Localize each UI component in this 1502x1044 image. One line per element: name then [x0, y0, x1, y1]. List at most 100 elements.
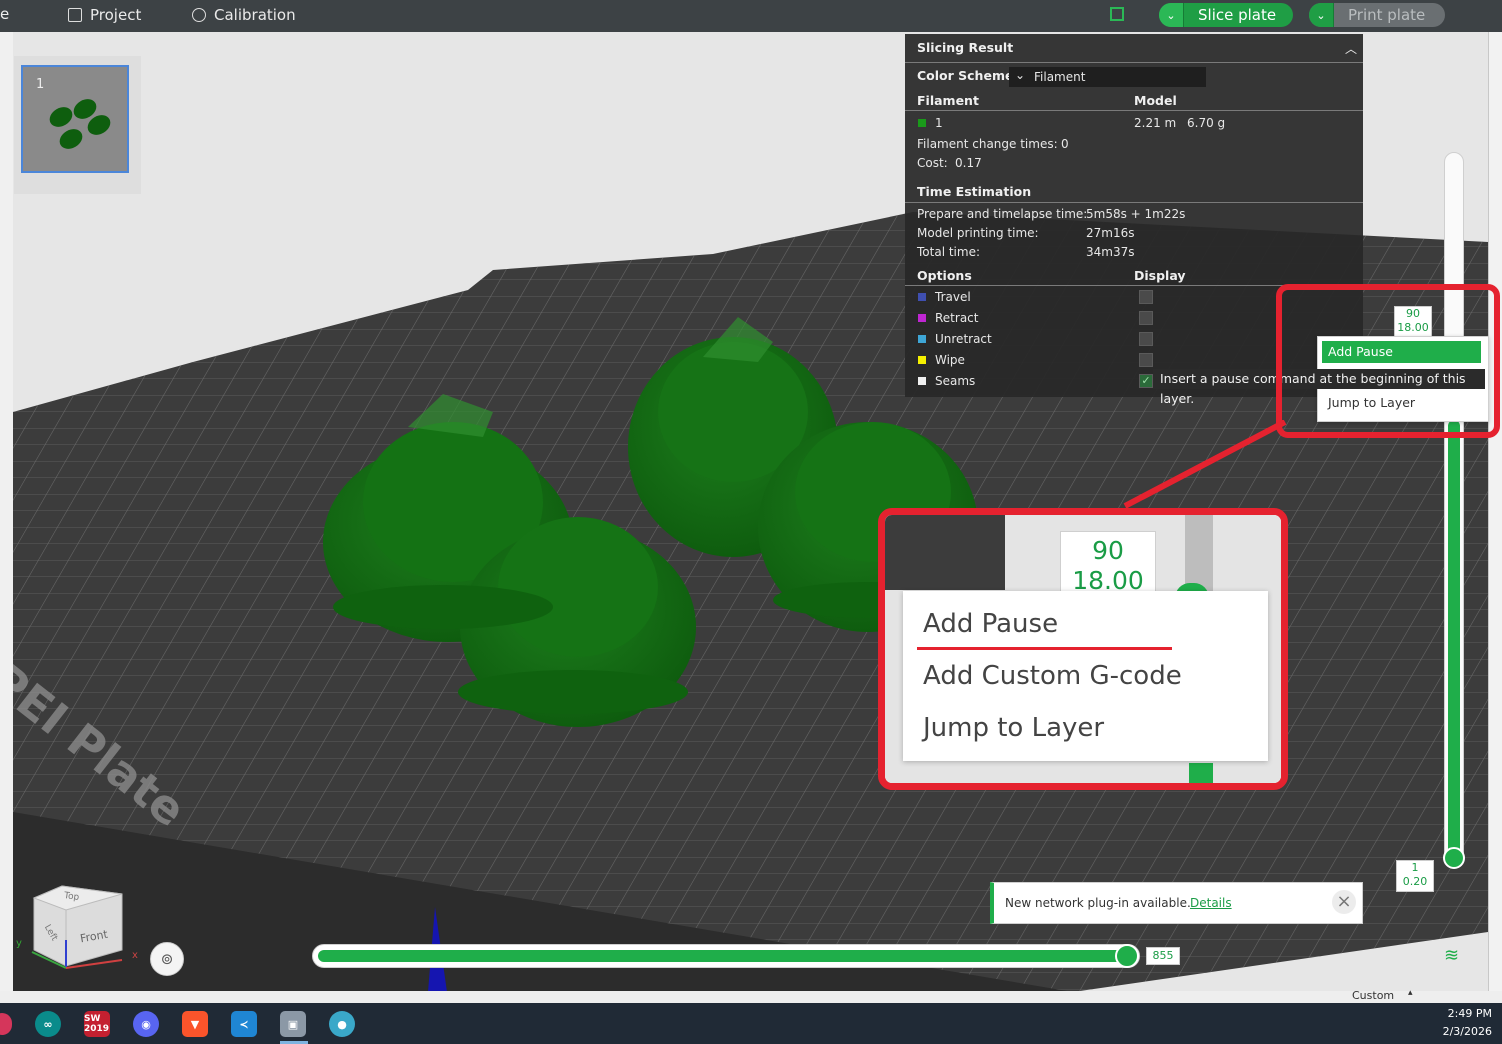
- close-icon[interactable]: ×: [1332, 890, 1356, 914]
- zoom-jump-to-layer: Jump to Layer: [923, 713, 1105, 743]
- filament-id: 1: [935, 116, 943, 130]
- discord-icon[interactable]: ◉: [133, 1011, 159, 1037]
- arduino-icon[interactable]: ∞: [35, 1011, 61, 1037]
- unretract-display-checkbox[interactable]: [1139, 332, 1153, 346]
- unretract-swatch: [918, 335, 926, 343]
- cost-value: 0.17: [955, 156, 982, 170]
- wipe-swatch: [918, 356, 926, 364]
- layer-slider-bottom-handle[interactable]: [1443, 847, 1465, 869]
- model-time-value: 27m16s: [1086, 226, 1135, 240]
- left-strip: [0, 32, 14, 992]
- slice-dropdown-chevron-icon[interactable]: ⌄: [1159, 3, 1184, 27]
- notification-details-link[interactable]: Details: [1190, 896, 1232, 910]
- calibration-label: Calibration: [214, 6, 296, 24]
- brave-browser-icon[interactable]: ▼: [182, 1011, 208, 1037]
- print-plate-button[interactable]: ⌄ Print plate: [1309, 3, 1445, 27]
- time-estimation-header: Time Estimation: [917, 184, 1032, 199]
- dropdown-chevron-icon: ⌄: [1015, 68, 1026, 82]
- total-time-label: Total time:: [917, 245, 980, 259]
- option-retract-label: Retract: [935, 311, 979, 325]
- zoom-add-custom-gcode: Add Custom G-code: [923, 661, 1182, 691]
- clock-time[interactable]: 2:49 PM: [1420, 1007, 1492, 1020]
- layers-icon[interactable]: ≋: [1444, 946, 1464, 966]
- retract-display-checkbox[interactable]: [1139, 311, 1153, 325]
- filament-header: Filament: [917, 93, 979, 108]
- filament-color-swatch: [918, 119, 926, 127]
- move-value-tag: 855: [1146, 947, 1180, 965]
- caret-up-icon[interactable]: ▴: [1408, 988, 1413, 998]
- option-wipe-label: Wipe: [935, 353, 965, 367]
- change-times-label: Filament change times:: [917, 137, 1058, 151]
- axis-x-label: x: [132, 950, 138, 961]
- color-scheme-label: Color Scheme: [917, 68, 1014, 83]
- project-tab[interactable]: Project: [68, 4, 141, 26]
- print-plate-label: Print plate: [1348, 6, 1426, 24]
- maps-icon[interactable]: ●: [329, 1011, 355, 1037]
- project-label: Project: [90, 6, 142, 24]
- menu-edge-text[interactable]: e: [0, 5, 9, 23]
- model-header: Model: [1134, 93, 1177, 108]
- display-header: Display: [1134, 268, 1186, 283]
- move-slider-handle[interactable]: [1115, 944, 1139, 968]
- plate-thumbnail[interactable]: 1: [21, 65, 129, 173]
- slicing-result-title: Slicing Result: [917, 40, 1014, 55]
- slicer-app-icon[interactable]: ▣: [280, 1011, 306, 1037]
- slice-plate-label: Slice plate: [1198, 6, 1277, 24]
- navigation-cube[interactable]: Top Left Front x y: [16, 880, 138, 970]
- change-times-value: 0: [1061, 137, 1069, 151]
- bottom-layer-height: 0.20: [1402, 875, 1428, 888]
- slice-plate-button[interactable]: ⌄ Slice plate: [1159, 3, 1293, 27]
- zoom-add-pause: Add Pause: [923, 609, 1059, 639]
- color-scheme-value: Filament: [1034, 70, 1086, 84]
- divider: [905, 110, 1363, 111]
- zoom-track-fill: [1189, 763, 1213, 783]
- zoom-layer-number: 90: [1092, 536, 1124, 565]
- axis-y-label: y: [16, 938, 22, 949]
- windows-taskbar: ∞ SW 2019 ◉ ▼ ≺ ▣ ● 2:49 PM 2/3/2026: [0, 1003, 1502, 1044]
- top-toolbar: e Project Calibration ⌄ Slice plate ⌄ Pr…: [0, 0, 1502, 32]
- collapse-chevron-icon[interactable]: ︿: [1345, 40, 1357, 57]
- zoom-menu: Add Pause Add Custom G-code Jump to Laye…: [903, 591, 1268, 761]
- print-dropdown-chevron-icon[interactable]: ⌄: [1309, 3, 1334, 27]
- retract-swatch: [918, 314, 926, 322]
- notification-text: New network plug-in available.: [1005, 896, 1191, 910]
- thumbnail-models: [49, 99, 111, 149]
- custom-preset-label[interactable]: Custom: [1352, 989, 1394, 1002]
- layer-slider-fill: [1448, 420, 1460, 860]
- solidworks-icon[interactable]: SW 2019: [84, 1011, 110, 1037]
- color-scheme-dropdown[interactable]: ⌄ Filament: [1009, 67, 1206, 87]
- status-bar: Custom ▴: [0, 988, 1502, 1003]
- cost-label: Cost:: [917, 156, 948, 170]
- option-seams-label: Seams: [935, 374, 976, 388]
- options-header: Options: [917, 268, 972, 283]
- layout-icon[interactable]: [1110, 7, 1124, 21]
- camera-view-icon[interactable]: ⊚: [150, 942, 184, 976]
- vscode-icon[interactable]: ≺: [231, 1011, 257, 1037]
- travel-display-checkbox[interactable]: [1139, 290, 1153, 304]
- filament-length: 2.21 m: [1134, 116, 1177, 130]
- cube-top-label: Top: [63, 890, 80, 904]
- callout-connector: [1123, 420, 1287, 509]
- bottom-layer-number: 1: [1411, 861, 1419, 874]
- total-time-value: 34m37s: [1086, 245, 1135, 259]
- travel-swatch: [918, 293, 926, 301]
- calibration-tab[interactable]: Calibration: [192, 4, 296, 26]
- clock-date[interactable]: 2/3/2026: [1420, 1025, 1492, 1038]
- prepare-label: Prepare and timelapse time:: [917, 207, 1088, 221]
- zoom-callout: 90 18.00 Add Pause Add Custom G-code Jum…: [878, 508, 1288, 790]
- prepare-value: 5m58s + 1m22s: [1086, 207, 1186, 221]
- underline-mark: [917, 647, 1172, 650]
- divider: [905, 62, 1363, 63]
- app-icon-partial[interactable]: [0, 1013, 12, 1035]
- seams-display-checkbox-checked-icon[interactable]: ✓: [1139, 374, 1153, 388]
- option-travel-label: Travel: [935, 290, 971, 304]
- move-slider-fill: [318, 950, 1124, 962]
- calibration-gear-icon: [192, 8, 206, 22]
- project-icon: [68, 8, 82, 22]
- wipe-display-checkbox[interactable]: [1139, 353, 1153, 367]
- right-toolbar-strip: [1488, 32, 1502, 992]
- seams-swatch: [918, 377, 926, 385]
- highlight-box: [1276, 284, 1500, 438]
- divider: [905, 202, 1363, 203]
- option-unretract-label: Unretract: [935, 332, 992, 346]
